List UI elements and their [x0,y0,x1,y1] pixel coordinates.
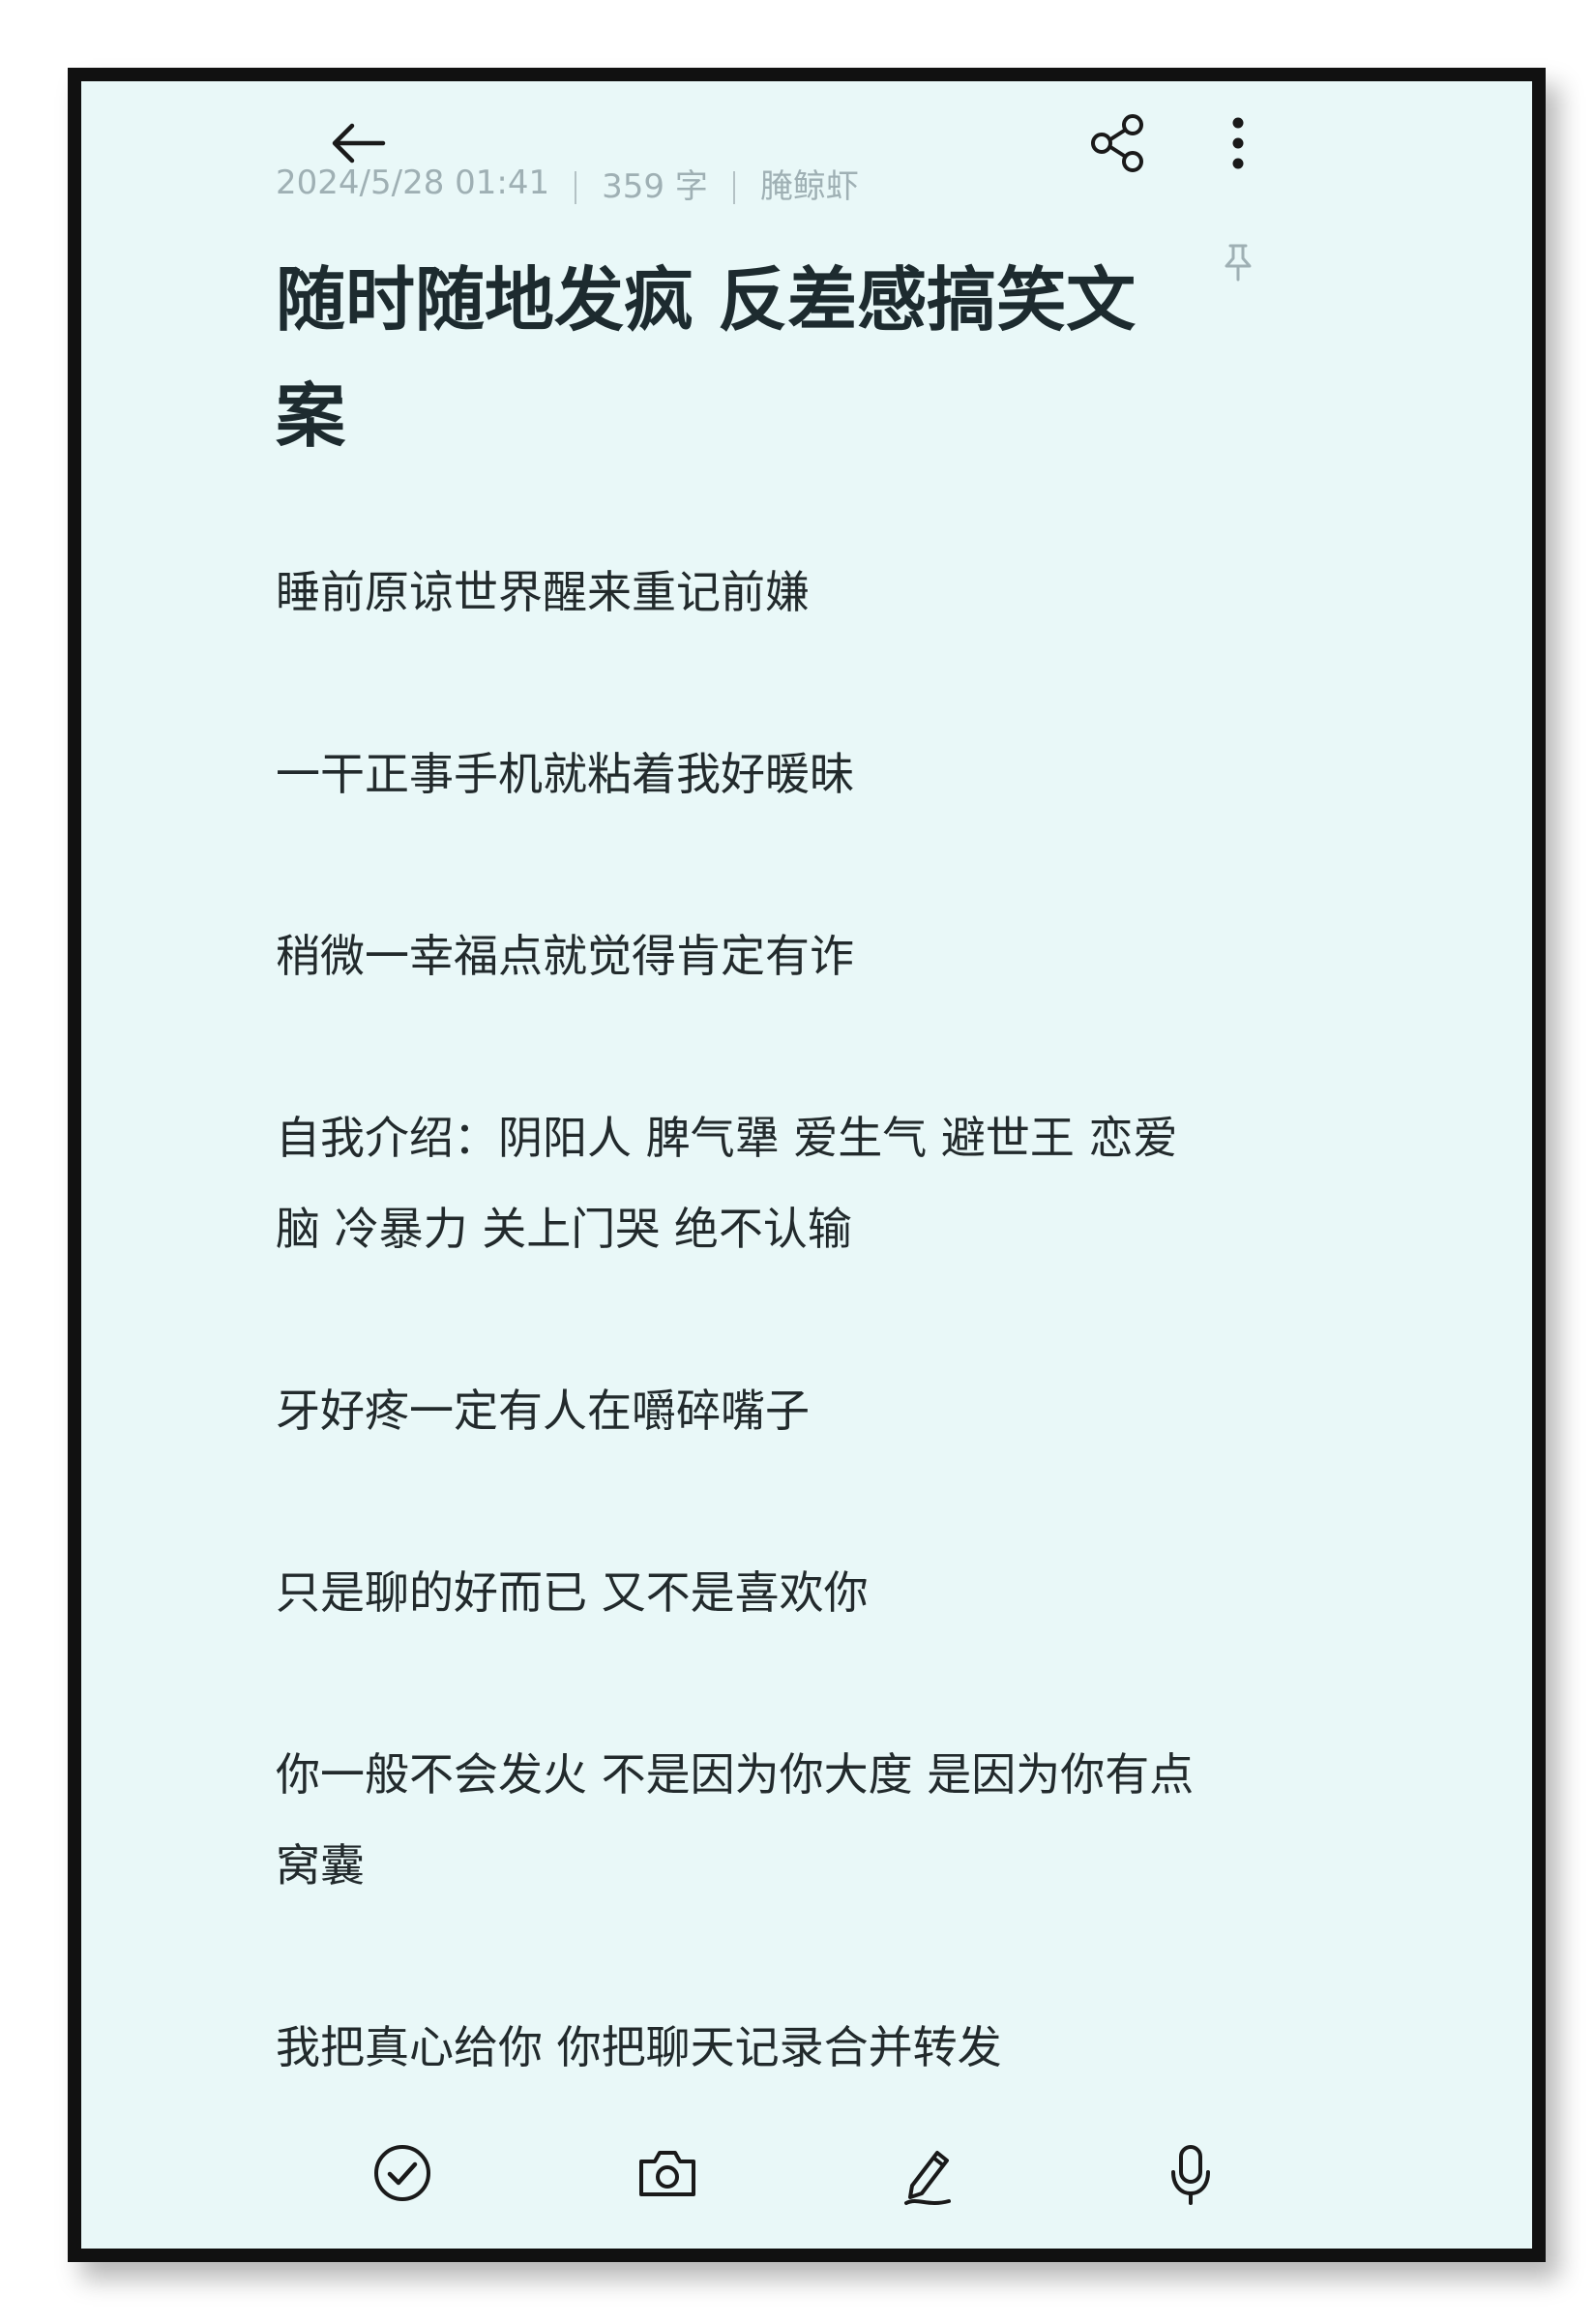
note-paragraph: 睡前原谅世界醒来重记前嫌 [276,566,810,618]
share-icon [1091,114,1143,172]
note-paragraph: 稍微一幸福点就觉得肯定有诈 [276,930,854,982]
checklist-button[interactable] [368,2138,437,2208]
more-options-button[interactable] [1214,106,1262,180]
note-paragraph: 你一般不会发火 不是因为你大度 是因为你有点窝囊 [276,1748,1195,1892]
more-vertical-icon [1232,117,1244,169]
note-paragraph: 我把真心给你 你把聊天记录合并转发 [276,2021,1002,2073]
share-button[interactable] [1083,108,1151,178]
note-paragraph: 一干正事手机就粘着我好暖昧 [276,748,854,800]
note-datetime: 2024/5/28 01:41 [276,164,550,202]
handwriting-button[interactable] [892,2138,965,2212]
camera-icon [639,2151,695,2196]
note-body[interactable]: 睡前原谅世界醒来重记前嫌 一干正事手机就粘着我好暖昧 稍微一幸福点就觉得肯定有诈… [276,547,1204,2184]
note-word-count: 359 字 [602,166,708,206]
handwriting-icon [904,2151,951,2205]
note-paragraph: 只是聊的好而已 又不是喜欢你 [276,1566,869,1619]
note-paragraph: 牙好疼一定有人在嚼碎嘴子 [276,1385,810,1437]
microphone-icon [1171,2145,1210,2205]
pin-button[interactable] [1217,237,1259,287]
pin-icon [1225,244,1252,282]
camera-button[interactable] [631,2138,704,2208]
note-title[interactable]: 随时随地发疯 反差感搞笑文案 [276,242,1204,474]
note-author[interactable]: 腌鲸虾 [760,160,859,207]
meta-divider [732,171,735,204]
note-meta: 2024/5/28 01:41 359 字 腌鲸虾 [276,160,859,206]
note-paragraph: 自我介绍：阴阳人 脾气犟 爱生气 避世王 恋爱脑 冷暴力 关上门哭 绝不认输 [276,1112,1178,1255]
voice-input-button[interactable] [1157,2138,1225,2212]
meta-divider [575,171,577,204]
checklist-icon [374,2145,430,2201]
